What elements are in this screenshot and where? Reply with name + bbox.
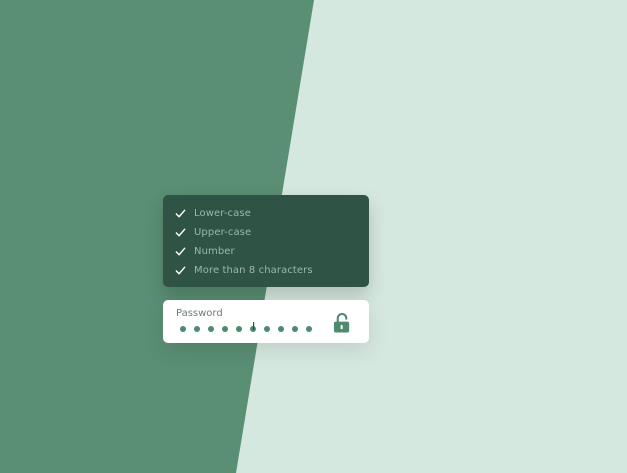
text-cursor-icon: I [252, 320, 256, 333]
password-dot [264, 326, 270, 332]
requirement-upper-case: Upper-case [175, 224, 251, 240]
password-requirements-panel: Lower-case Upper-case Number More than 8… [163, 195, 369, 287]
password-dot [278, 326, 284, 332]
check-icon [175, 209, 186, 217]
password-dot [236, 326, 242, 332]
password-dot [222, 326, 228, 332]
requirement-number: Number [175, 243, 235, 259]
check-icon [175, 247, 186, 255]
password-dot [306, 326, 312, 332]
requirement-label: Number [194, 245, 235, 257]
check-icon [175, 228, 186, 236]
password-label: Password [176, 308, 223, 319]
lock-open-icon[interactable] [333, 313, 352, 333]
requirement-label: More than 8 characters [194, 264, 313, 276]
requirement-label: Upper-case [194, 226, 252, 238]
requirement-lower-case: Lower-case [175, 205, 251, 221]
password-input[interactable] [180, 326, 320, 334]
requirement-length: More than 8 characters [175, 262, 313, 278]
password-dot [208, 326, 214, 332]
password-dot [292, 326, 298, 332]
check-icon [175, 266, 186, 274]
password-dot [194, 326, 200, 332]
password-dot [180, 326, 186, 332]
requirement-label: Lower-case [194, 207, 251, 219]
password-field[interactable]: Password I [163, 300, 369, 343]
